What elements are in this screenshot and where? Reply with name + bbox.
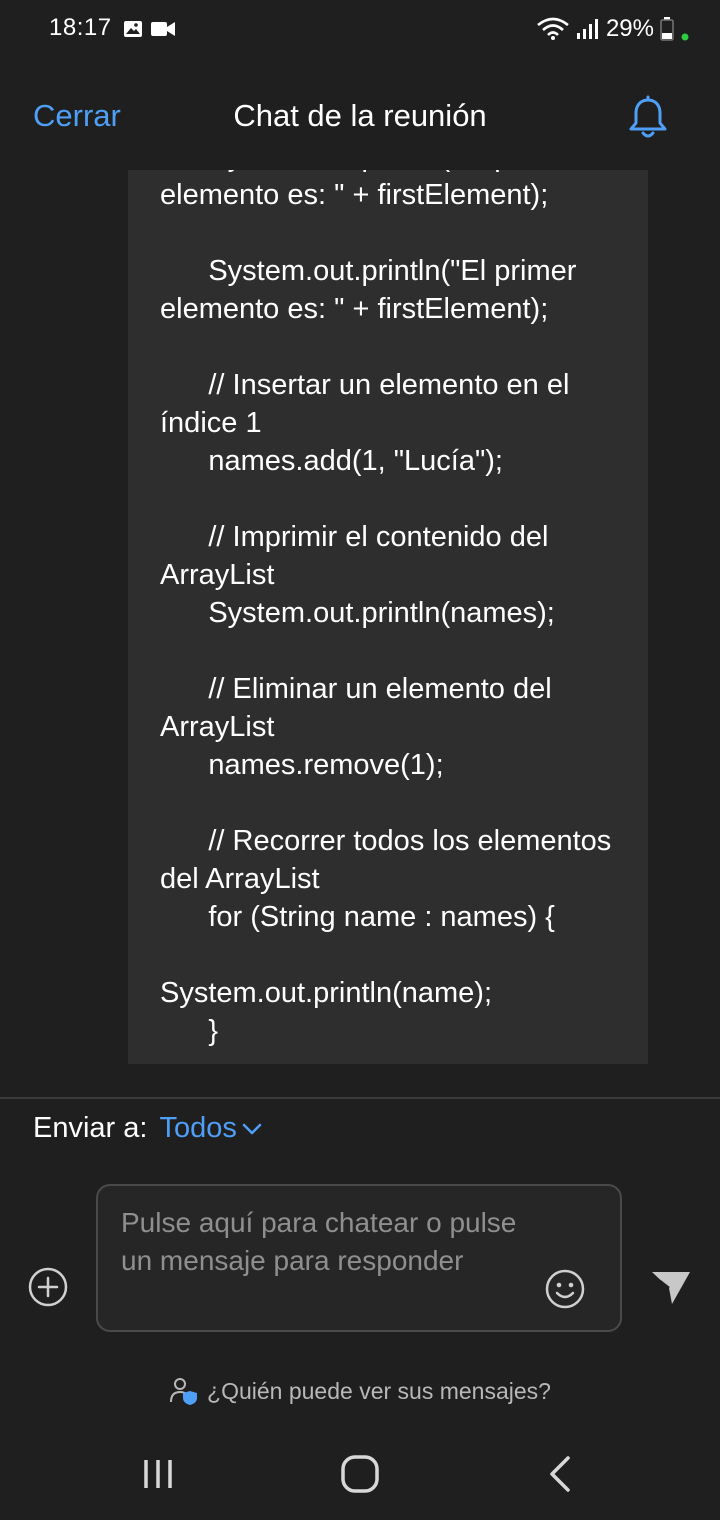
user-shield-icon bbox=[170, 1378, 198, 1405]
back-icon[interactable] bbox=[540, 1452, 584, 1496]
wifi-icon bbox=[537, 17, 569, 40]
status-time: 18:17 bbox=[49, 14, 112, 41]
divider bbox=[0, 1097, 720, 1099]
chevron-down-icon bbox=[242, 1123, 262, 1134]
video-camera-icon bbox=[151, 22, 175, 36]
emoji-icon[interactable] bbox=[544, 1268, 586, 1310]
battery-percent: 29% bbox=[605, 15, 654, 42]
home-icon[interactable] bbox=[338, 1452, 382, 1496]
send-to-label: Enviar a: bbox=[33, 1112, 148, 1144]
message-text: System.out.println("El primer elemento e… bbox=[160, 170, 612, 1047]
recent-apps-icon[interactable] bbox=[136, 1452, 180, 1496]
message-list[interactable]: System.out.println("El primer elemento e… bbox=[0, 170, 720, 1064]
chat-input-placeholder: Pulse aquí para chatear o pulse un mensa… bbox=[121, 1207, 517, 1276]
send-to-row: Enviar a: Todos bbox=[33, 1112, 263, 1145]
chat-input[interactable]: Pulse aquí para chatear o pulse un mensa… bbox=[96, 1184, 622, 1332]
message-bubble[interactable]: System.out.println("El primer elemento e… bbox=[128, 170, 648, 1064]
status-bar: 18:17 29% bbox=[0, 0, 720, 60]
privacy-label: ¿Quién puede ver sus mensajes? bbox=[207, 1377, 551, 1404]
send-icon[interactable] bbox=[650, 1268, 692, 1306]
recipient-dropdown[interactable]: Todos bbox=[159, 1112, 262, 1145]
page-title: Chat de la reunión bbox=[233, 98, 487, 133]
bell-icon[interactable] bbox=[624, 94, 672, 142]
battery-icon bbox=[660, 17, 674, 41]
recipient-value: Todos bbox=[159, 1112, 237, 1144]
active-dot-icon bbox=[681, 33, 689, 41]
status-right-group: 29% bbox=[536, 14, 690, 44]
signal-icon bbox=[576, 19, 598, 39]
chat-header: Cerrar Chat de la reunión bbox=[0, 80, 720, 156]
system-nav-bar bbox=[0, 1430, 720, 1520]
privacy-link[interactable]: ¿Quién puede ver sus mensajes? bbox=[0, 1376, 720, 1406]
image-icon bbox=[124, 21, 142, 37]
add-attachment-icon[interactable] bbox=[27, 1266, 69, 1308]
